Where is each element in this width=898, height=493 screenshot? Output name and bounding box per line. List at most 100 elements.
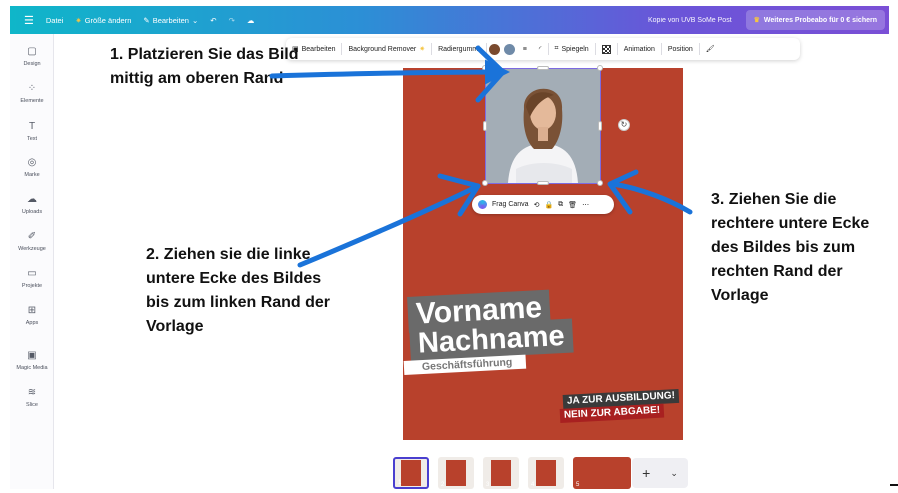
sidebar-item-tools[interactable]: ✐ Werkzeuge: [10, 231, 54, 252]
replace-icon[interactable]: ⟲: [534, 201, 540, 209]
trash-icon[interactable]: 🗑: [568, 201, 577, 209]
background-remover-button[interactable]: Background Remover ✷: [342, 45, 431, 54]
annotation-step-2: 2. Ziehen sie die linke untere Ecke des …: [146, 246, 331, 335]
page-thumbnail-4[interactable]: 4: [528, 457, 564, 489]
design-icon: ▢: [27, 46, 37, 57]
sidebar-item-magic-media[interactable]: ▣ Magic Media: [10, 350, 54, 371]
elements-icon: ⁘: [27, 83, 37, 94]
sidebar-item-projects[interactable]: ▭ Projekte: [10, 268, 54, 289]
canva-ai-icon: [478, 200, 487, 209]
file-menu-label: Datei: [45, 15, 64, 25]
chevron-down-icon: ⌄: [191, 15, 199, 25]
resize-handle-top-right[interactable]: [597, 65, 603, 71]
page-number: 3: [486, 482, 490, 488]
position-button[interactable]: Position: [662, 46, 699, 53]
page-number: 5: [576, 482, 580, 488]
paint-format-icon[interactable]: 🖌: [700, 45, 721, 53]
undo-button[interactable]: ↶: [210, 16, 216, 25]
page-thumbnail-preview: [401, 460, 421, 486]
sidebar-item-brand[interactable]: ◎ Marke: [10, 157, 54, 178]
redo-button[interactable]: ↷: [229, 16, 235, 25]
magic-media-icon: ▣: [27, 350, 37, 361]
page-thumbnail-preview: [536, 460, 556, 486]
sidebar-item-slice[interactable]: ≋ Slice: [10, 387, 54, 408]
pen-tool-icon: ✐: [27, 231, 37, 242]
flip-button[interactable]: ⌗ Spiegeln: [549, 45, 595, 53]
sidebar-item-label: Design: [23, 61, 41, 67]
top-bar: ☰ Datei ✷ Größe ändern ✎ Bearbeiten ⌄ ↶ …: [10, 6, 889, 34]
resize-handle-top-left[interactable]: [482, 65, 488, 71]
chevron-down-icon[interactable]: ⌄: [670, 468, 678, 479]
selection-frame: [485, 68, 601, 184]
sidebar-item-apps[interactable]: ⊞ Apps: [10, 305, 54, 326]
edit-menu[interactable]: ✎ Bearbeiten ⌄: [143, 16, 198, 25]
eraser-label: Radiergummi: [438, 45, 480, 53]
resize-handle-bottom[interactable]: [537, 181, 549, 185]
sidebar-item-elements[interactable]: ⁘ Elemente: [10, 83, 54, 104]
duplicate-icon[interactable]: ⧉: [558, 201, 563, 209]
page-thumbnails: 1 2 3 4 5: [393, 456, 631, 490]
folder-icon: ▭: [27, 268, 37, 279]
annotation-step-1: 1. Platzieren Sie das Bild mittig am obe…: [110, 46, 299, 87]
transparency-icon: [601, 44, 611, 54]
sidebar-item-label: Uploads: [21, 209, 43, 215]
trial-label: Weiteres Probeabo für 0 € sichern: [763, 16, 877, 24]
text-icon: T: [28, 121, 36, 132]
transparency-button[interactable]: [596, 44, 617, 54]
sidebar-item-label: Marke: [24, 172, 40, 178]
crown-icon: ✷: [75, 15, 82, 25]
color-swatch-blue[interactable]: [503, 43, 515, 55]
crown-icon: ♛: [753, 17, 760, 24]
resize-handle-bottom-right[interactable]: [597, 180, 603, 186]
resize-handle-bottom-left[interactable]: [482, 180, 488, 186]
add-page-button[interactable]: +: [642, 465, 650, 481]
color-swatch-brown[interactable]: [488, 43, 500, 55]
page-thumbnail-5[interactable]: 5: [573, 457, 631, 489]
upload-cloud-icon: ☁: [27, 194, 37, 205]
sidebar-item-text[interactable]: T Text: [10, 121, 54, 142]
eraser-button[interactable]: Radiergummi: [432, 46, 486, 53]
annotation-step-3: 3. Ziehen Sie die rechtere untere Ecke d…: [711, 191, 870, 304]
corner-dash: [890, 484, 898, 486]
sidebar-item-label: Projekte: [21, 283, 43, 289]
cloud-sync-icon[interactable]: ☁: [247, 16, 255, 25]
page-thumbnail-3[interactable]: 3: [483, 457, 519, 489]
border-style-icon[interactable]: ≡: [517, 46, 533, 53]
resize-handle-top[interactable]: [537, 66, 549, 70]
edit-menu-label: Bearbeiten: [152, 15, 189, 25]
rotate-handle-icon[interactable]: ↻: [618, 119, 630, 131]
animation-button[interactable]: Animation: [618, 46, 661, 53]
quick-actions-bar: Frag Canva ⟲ 🔒 ⧉ 🗑 ⋯: [472, 195, 614, 214]
corner-rounding-icon[interactable]: ◜: [533, 45, 548, 53]
add-page-controls: + ⌄: [632, 458, 688, 488]
app-window: ☰ Datei ✷ Größe ändern ✎ Bearbeiten ⌄ ↶ …: [0, 0, 898, 493]
position-label: Position: [667, 45, 693, 53]
page-thumbnail-1[interactable]: 1: [393, 457, 429, 489]
document-title[interactable]: Kopie von UVB SoMe Post: [648, 17, 732, 24]
sidebar-item-label: Elemente: [20, 98, 44, 104]
slice-icon: ≋: [27, 387, 37, 398]
trial-button[interactable]: ♛ Weiteres Probeabo für 0 € sichern: [745, 10, 885, 30]
sidebar-item-label: Text: [26, 136, 38, 142]
sidebar-item-uploads[interactable]: ☁ Uploads: [10, 194, 54, 215]
more-icon[interactable]: ⋯: [582, 201, 589, 209]
toolbar-divider: [485, 43, 487, 55]
page-thumbnail-preview: [446, 460, 466, 486]
frag-canva-button[interactable]: Frag Canva: [492, 201, 529, 208]
file-menu[interactable]: Datei: [46, 16, 64, 25]
resize-button[interactable]: ✷ Größe ändern: [75, 16, 131, 25]
crown-icon: ✷: [419, 46, 426, 53]
menu-icon[interactable]: ☰: [24, 14, 34, 27]
sidebar: ▢ Design ⁘ Elemente T Text ◎ Marke ☁ Upl…: [10, 34, 54, 489]
sidebar-item-label: Slice: [26, 402, 38, 408]
resize-handle-right[interactable]: [598, 121, 602, 131]
resize-label: Größe ändern: [84, 15, 132, 25]
page-thumbnail-2[interactable]: 2: [438, 457, 474, 489]
crop-icon: ⌗: [554, 45, 559, 52]
lock-icon[interactable]: 🔒: [544, 201, 553, 209]
page-number: 2: [441, 482, 445, 488]
brand-icon: ◎: [27, 157, 37, 168]
sidebar-item-design[interactable]: ▢ Design: [10, 46, 54, 67]
page-number: 4: [531, 482, 535, 488]
resize-handle-left[interactable]: [483, 121, 487, 131]
